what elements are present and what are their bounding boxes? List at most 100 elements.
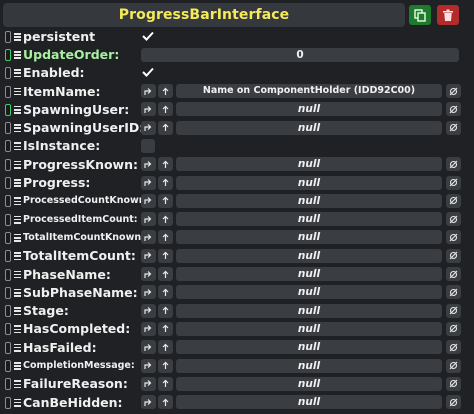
null-button[interactable] bbox=[446, 193, 461, 208]
null-button[interactable] bbox=[446, 358, 461, 373]
menu-icon[interactable] bbox=[14, 252, 21, 261]
null-button[interactable] bbox=[446, 175, 461, 190]
enabled-checkbox[interactable] bbox=[141, 65, 155, 79]
up-button[interactable] bbox=[158, 358, 173, 373]
drive-indicator[interactable] bbox=[5, 360, 11, 373]
up-button[interactable] bbox=[158, 321, 173, 336]
processed-count-known-reference[interactable]: null bbox=[176, 193, 442, 208]
null-button[interactable] bbox=[446, 212, 461, 227]
spawning-user-id-reference[interactable]: null bbox=[176, 120, 442, 135]
sub-phase-name-reference[interactable]: null bbox=[176, 285, 442, 300]
up-button[interactable] bbox=[158, 376, 173, 391]
drive-indicator[interactable] bbox=[5, 341, 11, 354]
persistent-checkbox[interactable] bbox=[141, 29, 155, 43]
up-button[interactable] bbox=[158, 157, 173, 172]
jump-button[interactable] bbox=[141, 175, 156, 190]
progress-reference[interactable]: null bbox=[176, 175, 442, 190]
menu-icon[interactable] bbox=[14, 233, 21, 242]
drive-indicator[interactable] bbox=[5, 286, 11, 299]
menu-icon[interactable] bbox=[14, 33, 21, 41]
null-button[interactable] bbox=[446, 285, 461, 300]
drive-indicator[interactable] bbox=[5, 49, 11, 61]
up-button[interactable] bbox=[158, 285, 173, 300]
jump-button[interactable] bbox=[141, 193, 156, 208]
has-failed-reference[interactable]: null bbox=[176, 340, 442, 355]
null-button[interactable] bbox=[446, 230, 461, 245]
null-button[interactable] bbox=[446, 376, 461, 391]
jump-button[interactable] bbox=[141, 321, 156, 336]
up-button[interactable] bbox=[158, 120, 173, 135]
up-button[interactable] bbox=[158, 303, 173, 318]
total-item-count-known-reference[interactable]: null bbox=[176, 230, 442, 245]
up-button[interactable] bbox=[158, 84, 173, 99]
drive-indicator[interactable] bbox=[5, 268, 11, 281]
jump-button[interactable] bbox=[141, 212, 156, 227]
update-order-input[interactable]: 0 bbox=[141, 47, 459, 62]
menu-icon[interactable] bbox=[14, 270, 21, 279]
total-item-count-reference[interactable]: null bbox=[176, 248, 442, 263]
drive-indicator[interactable] bbox=[5, 31, 11, 43]
drive-indicator[interactable] bbox=[5, 85, 11, 98]
progress-known-reference[interactable]: null bbox=[176, 157, 442, 172]
null-button[interactable] bbox=[446, 340, 461, 355]
null-button[interactable] bbox=[446, 120, 461, 135]
drive-indicator[interactable] bbox=[5, 177, 11, 190]
drive-indicator[interactable] bbox=[5, 140, 11, 153]
up-button[interactable] bbox=[158, 340, 173, 355]
null-button[interactable] bbox=[446, 248, 461, 263]
drive-indicator[interactable] bbox=[5, 67, 11, 80]
menu-icon[interactable] bbox=[14, 142, 21, 151]
menu-icon[interactable] bbox=[14, 362, 21, 370]
null-button[interactable] bbox=[446, 84, 461, 99]
drive-indicator[interactable] bbox=[5, 103, 11, 116]
up-button[interactable] bbox=[158, 267, 173, 282]
jump-button[interactable] bbox=[141, 248, 156, 263]
jump-button[interactable] bbox=[141, 358, 156, 373]
drive-indicator[interactable] bbox=[5, 158, 11, 171]
jump-button[interactable] bbox=[141, 303, 156, 318]
drive-indicator[interactable] bbox=[5, 122, 11, 135]
jump-button[interactable] bbox=[141, 102, 156, 117]
menu-icon[interactable] bbox=[14, 179, 21, 187]
jump-button[interactable] bbox=[141, 285, 156, 300]
drive-indicator[interactable] bbox=[5, 323, 11, 336]
up-button[interactable] bbox=[158, 248, 173, 263]
jump-button[interactable] bbox=[141, 120, 156, 135]
up-button[interactable] bbox=[158, 230, 173, 245]
null-button[interactable] bbox=[446, 395, 461, 410]
jump-button[interactable] bbox=[141, 376, 156, 391]
menu-icon[interactable] bbox=[14, 197, 21, 206]
null-button[interactable] bbox=[446, 157, 461, 172]
menu-icon[interactable] bbox=[14, 87, 21, 96]
failure-reason-reference[interactable]: null bbox=[176, 376, 442, 391]
has-completed-reference[interactable]: null bbox=[176, 321, 442, 336]
up-button[interactable] bbox=[158, 102, 173, 117]
item-name-reference[interactable]: Name on ComponentHolder (IDD92C00) bbox=[176, 84, 442, 99]
drive-indicator[interactable] bbox=[5, 195, 11, 208]
menu-icon[interactable] bbox=[14, 288, 21, 297]
menu-icon[interactable] bbox=[14, 380, 21, 389]
drive-indicator[interactable] bbox=[5, 231, 11, 244]
menu-icon[interactable] bbox=[14, 307, 21, 316]
drive-indicator[interactable] bbox=[5, 378, 11, 391]
menu-icon[interactable] bbox=[14, 343, 21, 352]
completion-message-reference[interactable]: null bbox=[176, 358, 442, 373]
menu-icon[interactable] bbox=[14, 215, 21, 224]
menu-icon[interactable] bbox=[14, 51, 21, 59]
menu-icon[interactable] bbox=[14, 124, 21, 133]
drive-indicator[interactable] bbox=[5, 213, 11, 226]
menu-icon[interactable] bbox=[14, 105, 21, 114]
menu-icon[interactable] bbox=[14, 69, 21, 78]
jump-button[interactable] bbox=[141, 84, 156, 99]
up-button[interactable] bbox=[158, 212, 173, 227]
jump-button[interactable] bbox=[141, 395, 156, 410]
jump-button[interactable] bbox=[141, 230, 156, 245]
menu-icon[interactable] bbox=[14, 398, 21, 407]
spawning-user-reference[interactable]: null bbox=[176, 102, 442, 117]
jump-button[interactable] bbox=[141, 340, 156, 355]
null-button[interactable] bbox=[446, 321, 461, 336]
null-button[interactable] bbox=[446, 102, 461, 117]
phase-name-reference[interactable]: null bbox=[176, 267, 442, 282]
null-button[interactable] bbox=[446, 267, 461, 282]
drive-indicator[interactable] bbox=[5, 396, 11, 409]
